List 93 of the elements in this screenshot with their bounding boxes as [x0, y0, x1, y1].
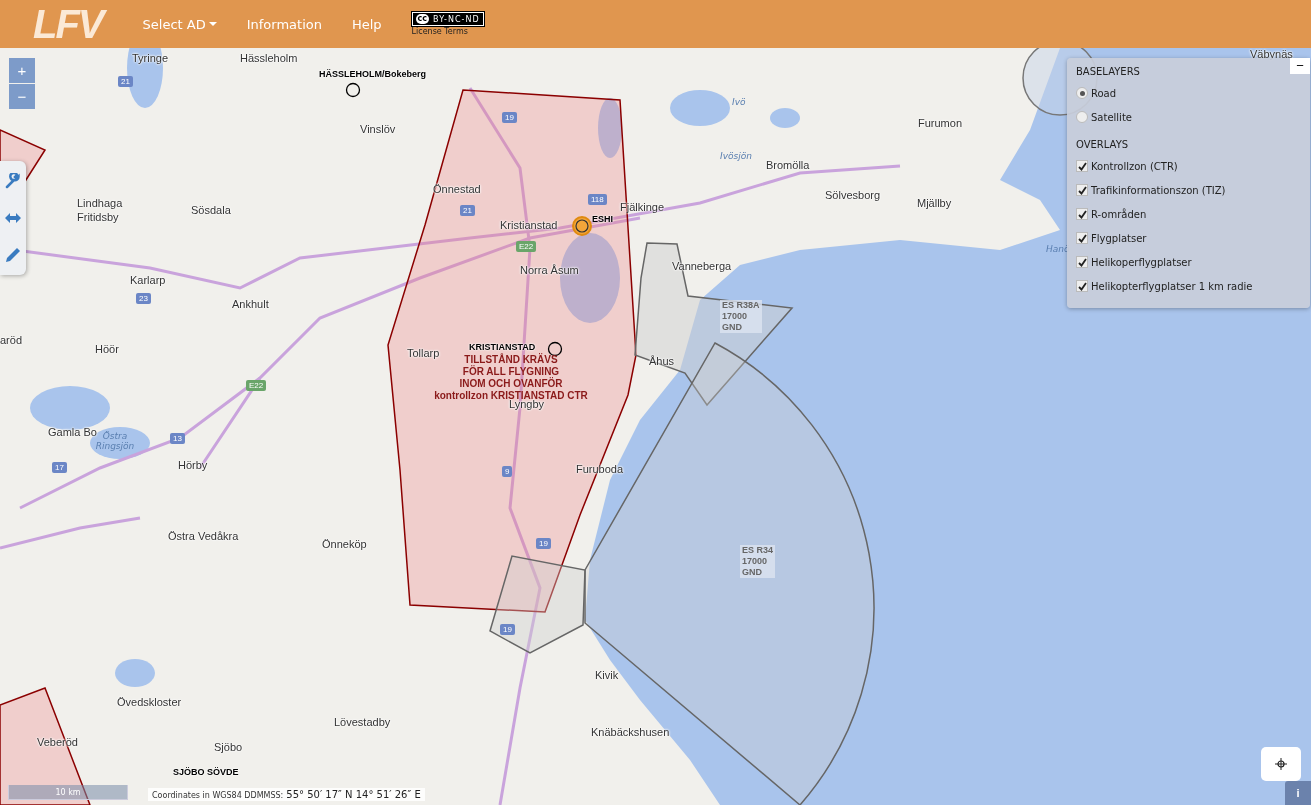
road-number: 13	[170, 433, 185, 444]
place-label: Lövestadby	[334, 716, 391, 728]
lake	[770, 108, 800, 128]
road-number: 19	[502, 112, 517, 123]
road-number: E22	[516, 241, 537, 252]
place-label: Hörby	[178, 459, 208, 471]
place-label: Mjällby	[917, 197, 952, 209]
place-label: Gamla Bo	[48, 426, 97, 438]
checkbox[interactable]	[1076, 160, 1088, 172]
place-label: Ankhult	[232, 298, 269, 310]
airfield-label: KRISTIANSTAD	[469, 342, 536, 352]
place-label: Sjöbo	[214, 741, 243, 753]
nav-link[interactable]: Information	[246, 16, 322, 32]
checkbox[interactable]	[1076, 280, 1088, 292]
airfield-circle-icon[interactable]	[345, 82, 361, 98]
heliport-icon[interactable]	[572, 216, 592, 236]
lake	[115, 659, 155, 687]
zone-label: ES R34 17000 GND	[740, 545, 776, 578]
section-title: OVERLAYS	[1076, 139, 1130, 150]
coordinates-label: Coordinates in WGS84 DDMMSS:	[152, 791, 284, 800]
water-label: Ivösjön	[720, 152, 752, 162]
place-label: Önneköp	[322, 538, 367, 550]
checkbox[interactable]	[1076, 184, 1088, 196]
place-label: aröd	[0, 334, 23, 346]
road-number: 17	[52, 462, 67, 473]
place-label: Väbynäs	[1250, 48, 1293, 60]
info-button[interactable]: i	[1285, 781, 1311, 805]
road-number: 21	[118, 76, 133, 87]
place-label: Vinslöv	[360, 123, 396, 135]
radio-button[interactable]	[1076, 111, 1088, 123]
road-number: 19	[500, 624, 515, 635]
zone-label: ES R38A 17000 GND	[720, 300, 762, 333]
layer-label: Satellite	[1091, 111, 1132, 123]
road-number: 118	[588, 194, 607, 205]
place-label: Tyringe	[132, 52, 169, 64]
place-label: Höör	[95, 343, 119, 355]
place-label: Lyngby	[509, 398, 545, 410]
layer-label: Helikopterflygplatser 1 km radie	[1091, 280, 1253, 292]
checkbox[interactable]	[1076, 232, 1088, 244]
place-label: Bromölla	[766, 159, 810, 171]
place-label: Kivik	[595, 669, 619, 681]
collapse-button[interactable]: −	[1290, 58, 1310, 74]
place-label: Furumon	[918, 117, 963, 129]
wrench-icon[interactable]	[5, 173, 21, 189]
water-label: Hanö	[1046, 245, 1070, 255]
layer-label: Flygplatser	[1091, 232, 1147, 244]
place-label: Östra Vedåkra	[168, 530, 239, 542]
place-label: Hässleholm	[240, 52, 298, 64]
coordinates-value: 55° 50′ 17″ N 14° 51′ 26″ E	[286, 789, 421, 800]
license-badge[interactable]: cc BY-NC-ND	[411, 12, 484, 26]
nav-link[interactable]: Help	[351, 16, 382, 32]
nav-link[interactable]: Select AD	[142, 16, 217, 32]
place-label: Kristianstad	[500, 219, 558, 231]
cc-badge-icon: cc	[415, 14, 430, 24]
place-label: Tollarp	[407, 347, 440, 359]
zoom-in-button[interactable]: +	[9, 58, 35, 83]
place-label: Karlarp	[130, 274, 166, 286]
place-label: Norra Åsum	[520, 264, 579, 276]
place-label: Sösdala	[191, 204, 231, 216]
road-number: 21	[460, 205, 475, 216]
license-code: BY-NC-ND	[433, 14, 480, 24]
lake	[598, 98, 622, 158]
layer-label: Kontrollzon (CTR)	[1091, 160, 1178, 172]
airfield-label: HÄSSLEHOLM/Bokeberg	[319, 69, 426, 79]
layer-label: Helikoperflygplatser	[1091, 256, 1192, 268]
lake	[670, 90, 730, 126]
scale-label: 10 km	[55, 787, 81, 797]
checkbox[interactable]	[1076, 208, 1088, 220]
road-number: 23	[136, 293, 151, 304]
airfield-label: SJÖBO SÖVDE	[173, 767, 239, 777]
checkbox[interactable]	[1076, 256, 1088, 268]
road-number: 19	[536, 538, 551, 549]
license-link[interactable]: License Terms	[411, 27, 468, 36]
place-label: Åhus	[649, 355, 675, 367]
place-label: Knäbäckshusen	[591, 726, 670, 738]
place-label: Fritidsby	[77, 211, 119, 223]
road-number: E22	[246, 380, 267, 391]
zoom-out-button[interactable]: −	[9, 84, 35, 109]
layer-label: Trafikinformationszon (TIZ)	[1091, 184, 1226, 196]
section-title: BASELAYERS	[1076, 66, 1141, 77]
double-arrow-icon[interactable]	[5, 213, 21, 223]
layer-label: R-områden	[1091, 208, 1147, 220]
road-number: 9	[502, 466, 513, 477]
place-label: Lindhaga	[77, 197, 123, 209]
layer-label: Road	[1091, 87, 1117, 99]
water-label: Ivö	[732, 98, 746, 108]
place-label: Sölvesborg	[825, 189, 881, 201]
radio-button[interactable]	[1076, 87, 1088, 99]
pencil-icon[interactable]	[5, 247, 21, 263]
crosshair-icon	[1275, 758, 1287, 770]
heliport-label: ESHI	[592, 214, 613, 224]
locate-button[interactable]	[1261, 747, 1301, 781]
place-label: Övedskloster	[117, 696, 182, 708]
